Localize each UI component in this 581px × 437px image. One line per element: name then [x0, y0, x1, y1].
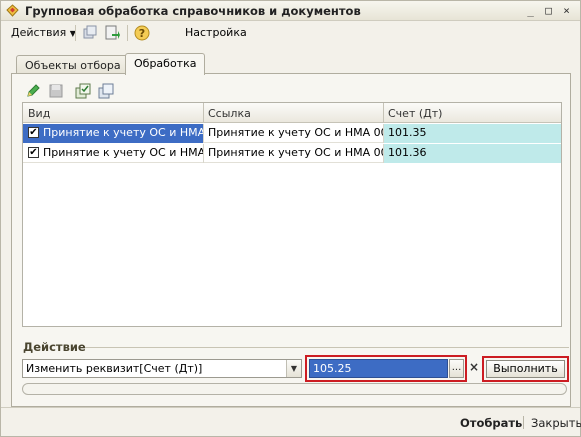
kind-cell[interactable]: ✔ Принятие к учету ОС и НМА: [23, 144, 203, 163]
restore-icon[interactable]: [81, 24, 99, 42]
actions-menu[interactable]: Действия ▼: [11, 26, 76, 39]
toolbar-divider: [75, 25, 76, 41]
column-divider[interactable]: [383, 103, 384, 123]
close-window-button[interactable]: ×: [559, 4, 574, 18]
table-row[interactable]: ✔ Принятие к учету ОС и НМА Принятие к у…: [23, 144, 561, 163]
execute-button[interactable]: Выполнить: [486, 360, 565, 378]
save-icon[interactable]: [48, 83, 64, 99]
cell-divider: [203, 124, 204, 143]
window-title: Групповая обработка справочников и докум…: [25, 4, 361, 18]
svg-text:?: ?: [139, 27, 145, 40]
action-select-value: Изменить реквизит[Счет (Дт)]: [26, 362, 203, 375]
dialog-window: Групповая обработка справочников и докум…: [0, 0, 581, 437]
select-button[interactable]: Отобрать: [460, 416, 522, 430]
action-section-label: Действие: [23, 340, 86, 354]
toolbar-divider: [127, 25, 128, 41]
cell-divider: [203, 144, 204, 163]
close-button[interactable]: Закрыть: [531, 416, 581, 430]
kind-text: Принятие к учету ОС и НМА: [43, 126, 203, 139]
tab-selection-objects[interactable]: Объекты отбора: [16, 55, 130, 75]
table-header: Вид Ссылка Счет (Дт): [23, 103, 561, 123]
clear-icon[interactable]: ×: [467, 361, 481, 375]
progress-bar: [22, 383, 567, 395]
app-icon: [6, 4, 19, 17]
documents-table[interactable]: Вид Ссылка Счет (Дт) ✔ Принятие к учету …: [22, 102, 562, 327]
help-icon[interactable]: ?: [133, 24, 151, 42]
new-value-input[interactable]: 105.25: [309, 359, 448, 378]
choose-value-button[interactable]: ...: [449, 359, 464, 378]
reference-cell[interactable]: Принятие к учету ОС и НМА 000...: [208, 144, 383, 163]
settings-button[interactable]: Настройка: [185, 26, 247, 39]
reference-cell[interactable]: Принятие к учету ОС и НМА 000...: [208, 124, 383, 143]
chevron-down-icon[interactable]: ▼: [286, 360, 301, 377]
account-cell[interactable]: 101.36: [384, 144, 561, 163]
account-cell[interactable]: 101.35: [384, 124, 561, 143]
edit-icon[interactable]: [25, 83, 41, 99]
column-divider[interactable]: [203, 103, 204, 123]
kind-cell[interactable]: ✔ Принятие к учету ОС и НМА: [23, 124, 203, 143]
title-bar: Групповая обработка справочников и докум…: [1, 1, 580, 21]
column-header-kind[interactable]: Вид: [28, 107, 50, 120]
action-select[interactable]: Изменить реквизит[Счет (Дт)] ▼: [22, 359, 302, 378]
kind-text: Принятие к учету ОС и НМА: [43, 146, 203, 159]
row-checkbox[interactable]: ✔: [28, 147, 39, 158]
maximize-button[interactable]: □: [541, 4, 556, 18]
column-header-account[interactable]: Счет (Дт): [388, 107, 442, 120]
column-header-reference[interactable]: Ссылка: [208, 107, 251, 120]
toolbar: Действия ▼ ? Настройка: [5, 22, 577, 44]
tab-processing[interactable]: Обработка: [125, 53, 206, 75]
row-checkbox[interactable]: ✔: [28, 127, 39, 138]
footer-button-divider: [523, 416, 524, 429]
copy-icon[interactable]: [98, 83, 114, 99]
minimize-button[interactable]: _: [523, 4, 538, 18]
export-icon[interactable]: [103, 24, 121, 42]
table-row[interactable]: ✔ Принятие к учету ОС и НМА Принятие к у…: [23, 124, 561, 143]
actions-menu-label: Действия: [11, 26, 67, 39]
section-divider: [85, 347, 569, 348]
footer-divider: [1, 407, 580, 408]
check-all-icon[interactable]: [75, 83, 91, 99]
